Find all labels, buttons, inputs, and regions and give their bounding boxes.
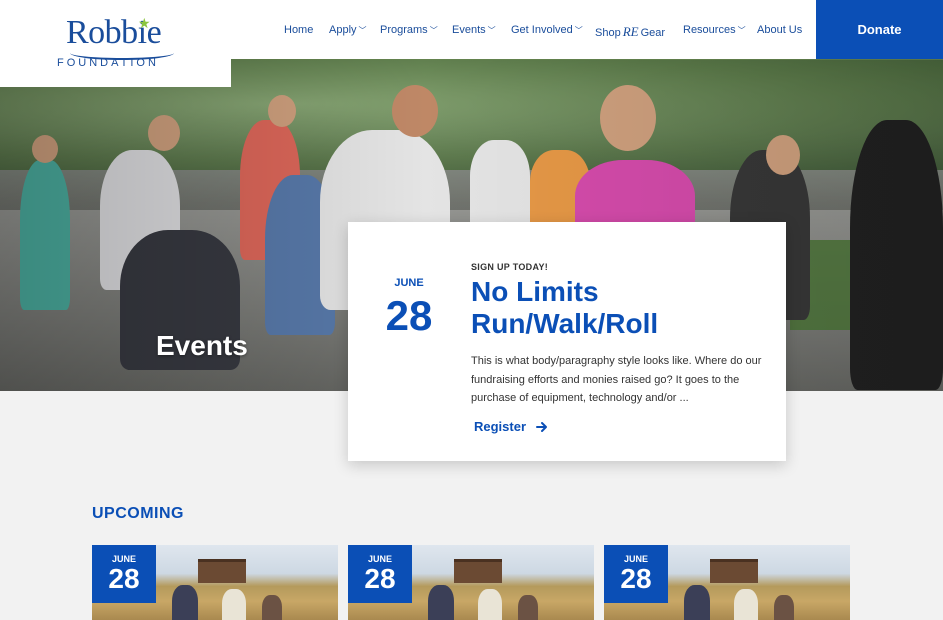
card-date-badge: JUNE 28 <box>604 545 668 603</box>
register-label: Register <box>474 419 527 434</box>
upcoming-event-card[interactable]: JUNE 28 <box>348 545 594 620</box>
nav-item-programs[interactable]: Programs ﹀ <box>380 24 438 36</box>
nav-item-label: Apply <box>329 24 357 36</box>
nav-item-label: Programs <box>380 24 428 36</box>
nav-item-home[interactable]: Home <box>284 24 313 36</box>
event-title[interactable]: No Limits Run/Walk/Roll <box>471 276 771 340</box>
upcoming-event-card[interactable]: JUNE 28 <box>604 545 850 620</box>
event-description: This is what body/paragraphy style looks… <box>471 355 762 404</box>
nav-item-label: About Us <box>757 24 803 36</box>
chevron-down-icon: ﹀ <box>358 26 367 35</box>
donate-button[interactable]: Donate <box>816 0 943 59</box>
nav-item-label: Home <box>284 24 314 36</box>
logo[interactable]: Robbie ★ FOUNDATION <box>0 0 231 87</box>
chevron-down-icon: ﹀ <box>737 26 746 35</box>
card-photo-figure <box>172 585 198 620</box>
nav-item-label: Events <box>452 24 486 36</box>
card-photo-barn <box>198 559 246 583</box>
card-date-day: 28 <box>620 563 652 594</box>
card-photo-barn <box>454 559 502 583</box>
card-date-badge: JUNE 28 <box>92 545 156 603</box>
upcoming-heading: UPCOMING <box>92 505 184 522</box>
card-photo-figure <box>222 589 246 620</box>
arrow-right-icon <box>536 421 548 432</box>
event-date-day: 28 <box>385 292 433 339</box>
chevron-down-icon: ﹀ <box>487 26 496 35</box>
card-photo-figure <box>734 589 758 620</box>
featured-event-card <box>348 222 786 461</box>
page-title: Events <box>156 330 248 361</box>
nav-item-events[interactable]: Events ﹀ <box>452 24 496 36</box>
nav-item-label: Get Involved <box>511 24 573 36</box>
upcoming-event-card[interactable]: JUNE 28 <box>92 545 338 620</box>
card-photo-barn <box>710 559 758 583</box>
logo-subtitle: FOUNDATION <box>57 57 159 69</box>
re-gear-mark: RE <box>622 24 639 39</box>
nav-item-label: Resources <box>683 24 736 36</box>
card-photo-figure <box>262 595 282 620</box>
nav-item-label: Shop <box>595 27 621 39</box>
card-date-badge: JUNE 28 <box>348 545 412 603</box>
nav-item-about-us[interactable]: About Us <box>757 24 802 36</box>
main-nav: Home Apply ﹀ Programs ﹀ Events ﹀ Get Involv… <box>231 0 816 59</box>
register-link[interactable]: Register <box>474 419 548 434</box>
nav-item-get-involved[interactable]: Get Involved ﹀ <box>511 24 583 36</box>
star-icon: ★ <box>138 15 151 31</box>
card-photo-figure <box>518 595 538 620</box>
card-date-day: 28 <box>364 563 396 594</box>
card-date-day: 28 <box>108 563 140 594</box>
event-kicker: SIGN UP TODAY! <box>471 262 549 272</box>
card-photo-figure <box>478 589 502 620</box>
chevron-down-icon: ﹀ <box>429 26 438 35</box>
nav-item-apply[interactable]: Apply ﹀ <box>329 24 367 36</box>
nav-item-resources[interactable]: Resources ﹀ <box>683 24 746 36</box>
nav-item-label-suffix: Gear <box>640 27 666 39</box>
nav-item-shop[interactable]: Shop RE Gear <box>595 24 665 40</box>
card-photo-figure <box>774 595 794 620</box>
card-photo-figure <box>684 585 710 620</box>
event-date-month: JUNE <box>394 277 424 289</box>
card-photo-figure <box>428 585 454 620</box>
chevron-down-icon: ﹀ <box>574 26 583 35</box>
